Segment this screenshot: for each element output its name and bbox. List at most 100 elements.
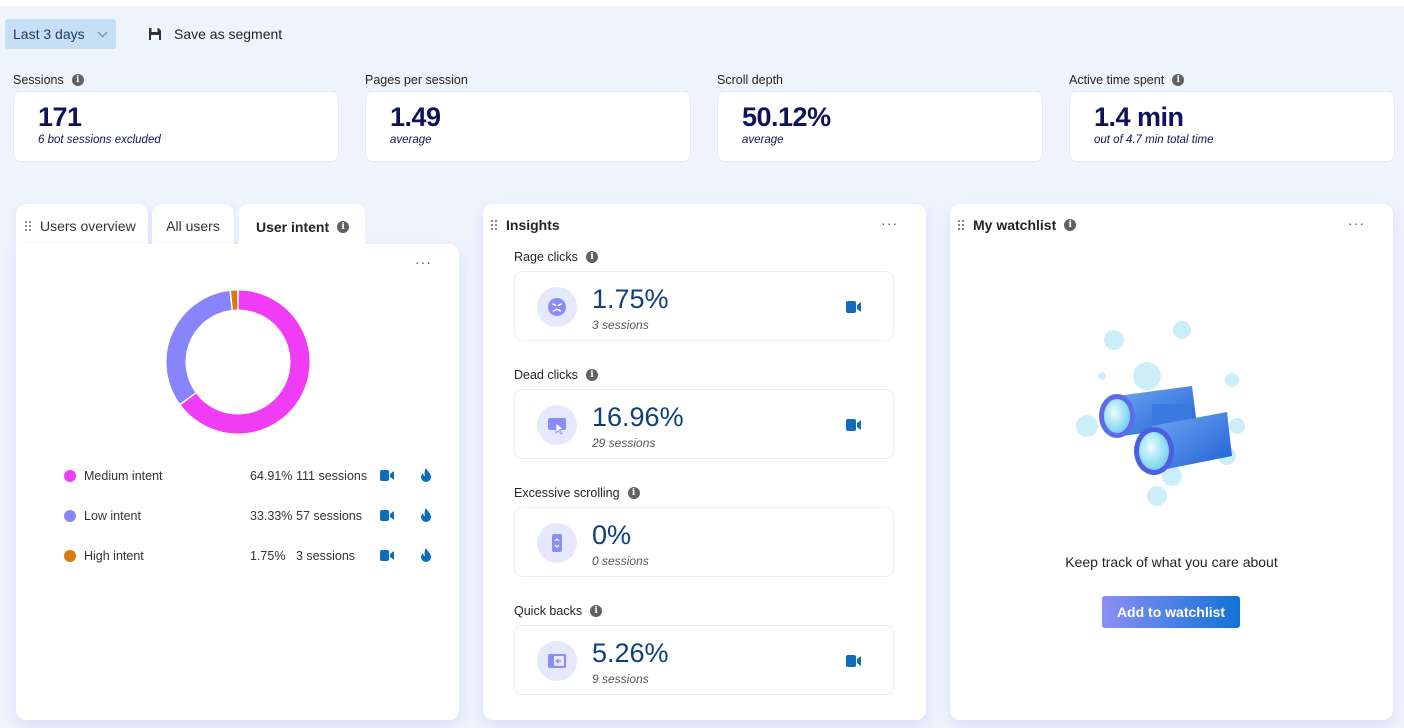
kpi-label: Scroll depth bbox=[717, 73, 784, 87]
watchlist-header: My watchlist i bbox=[958, 217, 1077, 233]
insight-sessions: 29 sessions bbox=[592, 436, 656, 450]
drag-handle-icon[interactable] bbox=[491, 219, 498, 231]
kpi-value: 171 bbox=[38, 102, 82, 132]
kpi-card: 50.12% average bbox=[717, 91, 1043, 162]
kpi-active-time: Active time spent i 1.4 min out of 4.7 mi… bbox=[1069, 72, 1395, 162]
legend-sessions: 3 sessions bbox=[296, 549, 356, 563]
insight-value: 0% bbox=[592, 520, 632, 550]
toolbar: Last 3 days Save as segment bbox=[5, 19, 282, 49]
legend-percent: 64.91% bbox=[250, 469, 293, 483]
insight-value: 1.75% bbox=[592, 284, 669, 314]
insight-label-text: Rage clicks bbox=[514, 250, 578, 264]
tab-label: All users bbox=[166, 218, 220, 234]
insight-label-text: Excessive scrolling bbox=[514, 486, 620, 500]
watchlist-title: My watchlist bbox=[973, 217, 1057, 233]
heatmap-flame-icon[interactable] bbox=[421, 468, 431, 482]
insight-label-excessive-scrolling: Excessive scrolling i bbox=[514, 485, 640, 501]
legend-name: Low intent bbox=[84, 509, 141, 523]
kpi-value: 1.4 min bbox=[1094, 102, 1184, 132]
info-icon[interactable]: i bbox=[590, 605, 603, 617]
recordings-icon[interactable] bbox=[380, 470, 394, 481]
info-icon[interactable]: i bbox=[585, 369, 598, 381]
more-options-button[interactable]: ··· bbox=[1348, 216, 1365, 230]
insight-card-rage-clicks[interactable]: 1.75% 3 sessions bbox=[514, 271, 894, 341]
insights-title: Insights bbox=[506, 217, 560, 233]
info-icon[interactable]: i bbox=[627, 487, 640, 499]
tab-label: Users overview bbox=[40, 218, 136, 234]
kpi-value: 50.12% bbox=[742, 102, 831, 132]
info-icon[interactable]: i bbox=[1172, 74, 1185, 86]
insight-card-quick-backs[interactable]: 5.26% 9 sessions bbox=[514, 625, 894, 695]
save-as-segment-label: Save as segment bbox=[174, 26, 283, 42]
kpi-subtext: average bbox=[742, 134, 784, 146]
date-range-label: Last 3 days bbox=[13, 26, 85, 42]
recordings-icon[interactable] bbox=[846, 419, 861, 431]
add-to-watchlist-button[interactable]: Add to watchlist bbox=[1102, 596, 1240, 628]
insight-sessions: 9 sessions bbox=[592, 672, 649, 686]
insight-card-excessive-scrolling[interactable]: 0% 0 sessions bbox=[514, 507, 894, 577]
insights-panel: Insights ··· Rage clicks i 1.75% 3 sessio… bbox=[483, 204, 926, 720]
insight-label-text: Quick backs bbox=[514, 604, 583, 618]
top-strip bbox=[0, 0, 1404, 6]
intent-donut-chart bbox=[166, 290, 310, 434]
info-icon[interactable]: i bbox=[1064, 219, 1077, 231]
kpi-scroll-depth: Scroll depth 50.12% average bbox=[717, 72, 1043, 162]
insight-card-dead-clicks[interactable]: 16.96% 29 sessions bbox=[514, 389, 894, 459]
binoculars-illustration-icon bbox=[1076, 321, 1245, 506]
tab-user-intent[interactable]: User intent i bbox=[239, 204, 365, 250]
user-intent-panel: ··· Medium intent 64.91% 111 sessions Lo… bbox=[16, 244, 459, 720]
legend-sessions: 57 sessions bbox=[296, 509, 363, 523]
legend-name: High intent bbox=[84, 549, 144, 563]
donut-slice-low-intent[interactable] bbox=[166, 291, 232, 404]
recordings-icon[interactable] bbox=[380, 550, 394, 561]
date-range-dropdown[interactable]: Last 3 days bbox=[5, 19, 116, 49]
recordings-icon[interactable] bbox=[846, 655, 861, 667]
tab-all-users[interactable]: All users bbox=[152, 204, 234, 248]
legend-percent: 33.33% bbox=[250, 509, 293, 523]
kpi-subtext: 6 bot sessions excluded bbox=[38, 134, 161, 146]
watchlist-empty-text: Keep track of what you care about bbox=[1065, 554, 1278, 570]
chevron-down-icon bbox=[97, 26, 108, 37]
more-options-button[interactable]: ··· bbox=[881, 216, 898, 230]
insight-label-text: Dead clicks bbox=[514, 368, 578, 382]
legend-row-medium-intent: Medium intent 64.91% 111 sessions bbox=[64, 468, 444, 484]
insight-sessions: 3 sessions bbox=[592, 318, 649, 332]
angry-face-icon bbox=[537, 287, 577, 327]
save-as-segment-button[interactable]: Save as segment bbox=[148, 26, 282, 42]
insight-value: 16.96% bbox=[592, 402, 684, 432]
kpi-label: Active time spent bbox=[1069, 73, 1165, 87]
recordings-icon[interactable] bbox=[846, 301, 861, 313]
heatmap-flame-icon[interactable] bbox=[421, 548, 431, 562]
info-icon[interactable]: i bbox=[337, 221, 350, 233]
insight-label-dead-clicks: Dead clicks i bbox=[514, 367, 598, 383]
kpi-label: Sessions bbox=[13, 73, 64, 87]
kpi-card: 171 6 bot sessions excluded bbox=[13, 91, 339, 162]
legend-percent: 1.75% bbox=[250, 549, 286, 563]
quick-back-icon bbox=[537, 641, 577, 681]
kpi-value: 1.49 bbox=[390, 102, 441, 132]
kpi-subtext: out of 4.7 min total time bbox=[1094, 134, 1214, 146]
dead-click-icon bbox=[537, 405, 577, 445]
insight-value: 5.26% bbox=[592, 638, 669, 668]
insight-sessions: 0 sessions bbox=[592, 554, 649, 568]
legend-color-dot bbox=[64, 470, 76, 482]
kpi-card: 1.4 min out of 4.7 min total time bbox=[1069, 91, 1395, 162]
tab-label: User intent bbox=[256, 219, 330, 235]
tab-users-overview[interactable]: Users overview bbox=[16, 204, 148, 248]
kpi-card: 1.49 average bbox=[365, 91, 691, 162]
watchlist-panel: My watchlist i ··· Keep track of what yo… bbox=[950, 204, 1393, 720]
kpi-subtext: average bbox=[390, 134, 432, 146]
kpi-sessions: Sessions i 171 6 bot sessions excluded bbox=[13, 72, 339, 162]
more-options-button[interactable]: ··· bbox=[415, 255, 432, 269]
heatmap-flame-icon[interactable] bbox=[421, 508, 431, 522]
drag-handle-icon[interactable] bbox=[25, 220, 32, 232]
info-icon[interactable]: i bbox=[585, 251, 598, 263]
insight-label-quick-backs: Quick backs i bbox=[514, 603, 603, 619]
insight-label-rage-clicks: Rage clicks i bbox=[514, 249, 598, 265]
recordings-icon[interactable] bbox=[380, 510, 394, 521]
kpi-label: Pages per session bbox=[365, 73, 468, 87]
drag-handle-icon[interactable] bbox=[958, 219, 965, 231]
info-icon[interactable]: i bbox=[71, 74, 84, 86]
legend-row-low-intent: Low intent 33.33% 57 sessions bbox=[64, 508, 444, 524]
insights-header: Insights bbox=[491, 217, 560, 233]
